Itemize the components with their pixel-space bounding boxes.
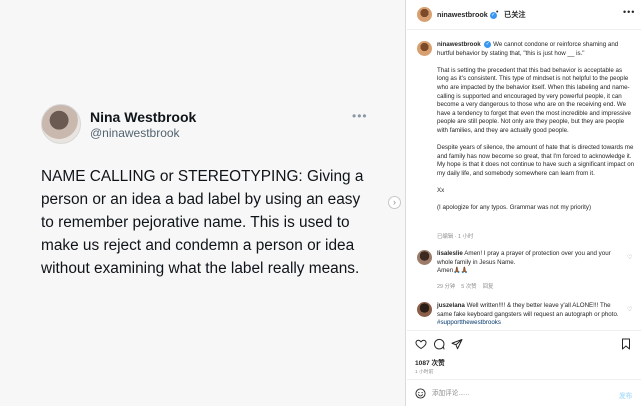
tweet-avatar xyxy=(41,104,81,144)
post-image: Nina Westbrook @ninawestbrook ••• NAME C… xyxy=(0,0,406,406)
verified-badge-icon: ✓ xyxy=(484,41,492,48)
comment-reply-button[interactable]: 回复 xyxy=(483,284,494,290)
author-username[interactable]: ninawestbrook xyxy=(437,10,488,19)
post-timestamp: 1 小时前 xyxy=(415,370,434,375)
post-side-panel: ninawestbrook ✓ • 已关注 ••• ninawestbrook ✓… xyxy=(407,0,641,406)
more-options-icon[interactable]: ••• xyxy=(623,7,635,17)
comment-likes[interactable]: 5 次赞 xyxy=(461,284,476,290)
caption-paragraph-3: Despite years of silence, the amount of … xyxy=(437,144,635,177)
caption-paragraph-2: That is setting the precedent that this … xyxy=(437,66,631,134)
following-button[interactable]: 已关注 xyxy=(504,10,526,20)
comment-text: lisaleslie Amen! I pray a prayer of prot… xyxy=(437,250,611,275)
comment-input[interactable] xyxy=(432,387,602,400)
emoji-icon[interactable] xyxy=(415,388,426,399)
comment-username[interactable]: juszelana xyxy=(437,302,465,309)
caption-paragraph-5: (I apologize for any typos. Grammar was … xyxy=(437,204,592,212)
caption-paragraph-4: Xx xyxy=(437,186,445,194)
caption-meta: 已编辑 · 1 小时 xyxy=(437,234,474,240)
comment-bubble-icon[interactable] xyxy=(433,338,445,350)
post-actions: 1087 次赞 1 小时前 xyxy=(407,330,641,375)
header-separator: • xyxy=(496,9,499,16)
post-comment-button[interactable]: 发布 xyxy=(619,390,632,400)
like-heart-icon[interactable] xyxy=(415,338,427,350)
comment-username[interactable]: lisaleslie xyxy=(437,250,463,257)
comments-section[interactable]: ninawestbrook ✓ We cannot condone or rei… xyxy=(407,31,641,329)
comment-text: juszelana Well written!!!! & they better… xyxy=(437,302,619,327)
share-paper-plane-icon[interactable] xyxy=(451,338,463,350)
caption-username[interactable]: ninawestbrook xyxy=(437,41,481,48)
author-avatar[interactable] xyxy=(417,7,432,22)
comment-meta: 29 分钟 5 次赞 回复 xyxy=(437,282,499,290)
tweet-author-name: Nina Westbrook xyxy=(90,109,197,125)
tweet-text: NAME CALLING or STEREOTYPING: Giving a p… xyxy=(41,168,364,277)
comment-avatar[interactable] xyxy=(417,250,432,265)
comment-like-heart-icon[interactable]: ♡ xyxy=(627,254,632,261)
tweet-more-icon: ••• xyxy=(352,109,368,123)
comment-time: 29 分钟 xyxy=(437,284,456,290)
caption: ninawestbrook ✓ We cannot condone or rei… xyxy=(437,41,635,221)
save-bookmark-icon[interactable] xyxy=(620,338,632,350)
caption-paragraph-1: ninawestbrook ✓ We cannot condone or rei… xyxy=(437,41,635,58)
add-comment-bar: 发布 xyxy=(407,379,641,406)
comment-like-heart-icon[interactable]: ♡ xyxy=(627,306,632,313)
comment-avatar[interactable] xyxy=(417,302,432,317)
carousel-next-icon[interactable]: › xyxy=(388,196,401,209)
post-header: ninawestbrook ✓ • 已关注 ••• xyxy=(407,0,641,30)
hashtag-link[interactable]: #supportthewestbrooks xyxy=(437,319,501,326)
likes-count[interactable]: 1087 次赞 xyxy=(415,357,445,367)
tweet-card: Nina Westbrook @ninawestbrook ••• NAME C… xyxy=(0,0,406,406)
caption-avatar[interactable] xyxy=(417,41,432,56)
author-username-link[interactable]: ninawestbrook ✓ xyxy=(437,10,497,19)
tweet-author-handle: @ninawestbrook xyxy=(90,126,180,140)
